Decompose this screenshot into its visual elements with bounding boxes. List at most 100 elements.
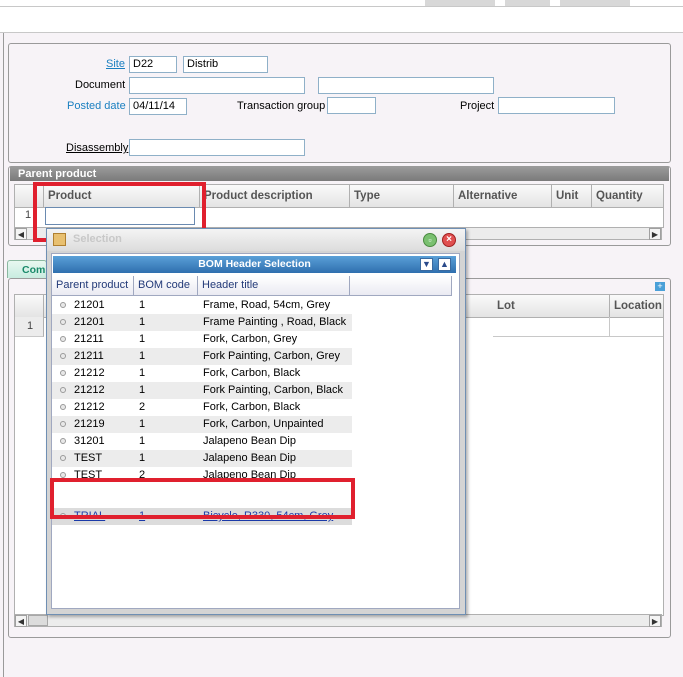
bom-code-cell: 1 — [139, 350, 146, 362]
header-title-cell: Jalapeno Bean Dip — [203, 452, 296, 464]
posted-date-label: Posted date — [67, 100, 126, 112]
column-header-bom-code[interactable]: BOM code — [134, 276, 198, 295]
list-item[interactable]: 21212 1 Fork Painting, Carbon, Black — [52, 382, 352, 399]
popup-rows: 21201 1 Frame, Road, 54cm, Grey 21201 1 Frame… — [52, 297, 452, 487]
product-cell: 21211 — [74, 350, 104, 362]
column-header-type[interactable]: Type — [350, 185, 454, 207]
row-number: 1 — [25, 209, 32, 221]
header-title-cell: Fork, Carbon, Black — [203, 401, 301, 413]
product-cell: 21212 — [74, 384, 105, 396]
project-label: Project — [460, 100, 495, 112]
row-bullet-icon — [60, 370, 66, 376]
minimize-icon[interactable]: ▫ — [423, 233, 437, 247]
row-bullet-icon — [60, 319, 66, 325]
location-cell[interactable] — [610, 317, 663, 337]
column-header-location[interactable]: Location — [610, 295, 663, 317]
bom-code-cell: 1 — [139, 333, 146, 345]
list-item[interactable]: 21212 1 Fork, Carbon, Black — [52, 365, 352, 382]
scroll-left-arrow-icon[interactable]: ◀ — [15, 228, 27, 240]
header-title-cell: Jalapeno Bean Dip — [203, 435, 296, 447]
product-cell: 21212 — [74, 401, 105, 413]
row-bullet-icon — [60, 336, 66, 342]
site-name-field: Distrib — [183, 56, 268, 73]
column-header-alternative[interactable]: Alternative — [454, 185, 552, 207]
row-bullet-icon — [60, 455, 66, 461]
document-label: Document — [75, 79, 126, 91]
scroll-left-arrow-icon[interactable]: ◀ — [15, 615, 27, 627]
list-item[interactable]: 21201 1 Frame Painting , Road, Black — [52, 314, 352, 331]
bom-header-title: BOM Header Selection — [53, 256, 456, 273]
disassembly-field[interactable] — [129, 139, 305, 156]
tab-components[interactable]: Comp — [7, 260, 52, 278]
bom-code-cell: 1 — [139, 435, 146, 447]
product-cell: 21201 — [74, 299, 105, 311]
site-field[interactable]: D22 — [129, 56, 177, 73]
parent-product-title: Parent product — [10, 167, 669, 181]
list-item[interactable]: TEST 1 Jalapeno Bean Dip — [52, 450, 352, 467]
row-bullet-icon — [60, 302, 66, 308]
row-number-header — [15, 295, 44, 317]
bom-code-cell: 1 — [139, 316, 146, 328]
column-header-product-description[interactable]: Product description — [200, 185, 350, 207]
collapse-down-icon[interactable]: ▼ — [420, 258, 433, 271]
product-cell: 31201 — [74, 435, 105, 447]
row-bullet-icon — [60, 438, 66, 444]
bom-code-cell: 1 — [139, 299, 146, 311]
product-cell: 21211 — [74, 333, 104, 345]
lot-cell[interactable] — [493, 317, 610, 337]
scroll-thumb[interactable] — [28, 615, 48, 626]
transaction-group-field[interactable] — [327, 97, 376, 114]
product-cell: 21212 — [74, 367, 105, 379]
components-grid-scrollbar[interactable]: ◀ ▶ — [14, 614, 662, 627]
posted-date-field[interactable]: 04/11/14 — [129, 98, 187, 115]
bom-code-cell: 2 — [139, 401, 146, 413]
selection-popup: Selection ▫ × BOM Header Selection ▼ ▲ P… — [46, 228, 466, 615]
popup-title: Selection — [73, 233, 122, 245]
list-item[interactable]: 21211 1 Fork Painting, Carbon, Grey — [52, 348, 352, 365]
close-icon[interactable]: × — [442, 233, 456, 247]
scroll-right-arrow-icon[interactable]: ▶ — [649, 228, 661, 240]
row-bullet-icon — [60, 387, 66, 393]
address-bar[interactable] — [0, 6, 683, 33]
column-header-quantity[interactable]: Quantity — [592, 185, 663, 207]
header-title-cell: Frame Painting , Road, Black — [203, 316, 347, 328]
left-border — [3, 33, 4, 677]
column-header-parent-product[interactable]: Parent product — [52, 276, 134, 295]
site-label[interactable]: Site — [106, 58, 125, 70]
popup-grid-header: Parent product BOM code Header title — [52, 276, 452, 296]
project-field[interactable] — [498, 97, 615, 114]
disassembly-label[interactable]: Disassembly — [66, 142, 128, 154]
column-header-empty — [350, 276, 452, 295]
header-title-cell: Fork, Carbon, Grey — [203, 333, 298, 345]
document-desc-field[interactable] — [318, 77, 494, 94]
product-cell: TEST — [74, 452, 103, 464]
bom-code-cell: 1 — [139, 452, 146, 464]
collapse-up-icon[interactable]: ▲ — [438, 258, 451, 271]
popup-titlebar[interactable]: Selection ▫ × — [47, 229, 465, 251]
row-bullet-icon — [60, 353, 66, 359]
row-number-cell: 1 — [15, 317, 44, 337]
column-header-unit[interactable]: Unit — [552, 185, 592, 207]
app-icon — [53, 233, 66, 246]
list-item[interactable]: 21201 1 Frame, Road, 54cm, Grey — [52, 297, 352, 314]
column-header-header-title[interactable]: Header title — [198, 276, 350, 295]
bom-code-cell: 1 — [139, 384, 146, 396]
product-cell: 21201 — [74, 316, 105, 328]
popup-body: BOM Header Selection ▼ ▲ Parent product … — [51, 253, 460, 609]
highlight-selected-row — [50, 478, 355, 519]
header-title-cell: Fork, Carbon, Black — [203, 367, 301, 379]
column-header-lot[interactable]: Lot — [493, 295, 610, 317]
bom-code-cell: 1 — [139, 367, 146, 379]
header-title-cell: Frame, Road, 54cm, Grey — [203, 299, 331, 311]
scroll-right-arrow-icon[interactable]: ▶ — [649, 615, 661, 627]
transaction-group-label: Transaction group — [237, 100, 326, 112]
list-item[interactable]: 21212 2 Fork, Carbon, Black — [52, 399, 352, 416]
row-number: 1 — [27, 320, 34, 332]
bom-code-cell: 1 — [139, 418, 146, 430]
list-item[interactable]: 21219 1 Fork, Carbon, Unpainted — [52, 416, 352, 433]
add-icon[interactable]: + — [655, 282, 665, 291]
list-item[interactable]: 21211 1 Fork, Carbon, Grey — [52, 331, 352, 348]
document-field[interactable] — [129, 77, 305, 94]
list-item[interactable]: 31201 1 Jalapeno Bean Dip — [52, 433, 352, 450]
row-bullet-icon — [60, 404, 66, 410]
